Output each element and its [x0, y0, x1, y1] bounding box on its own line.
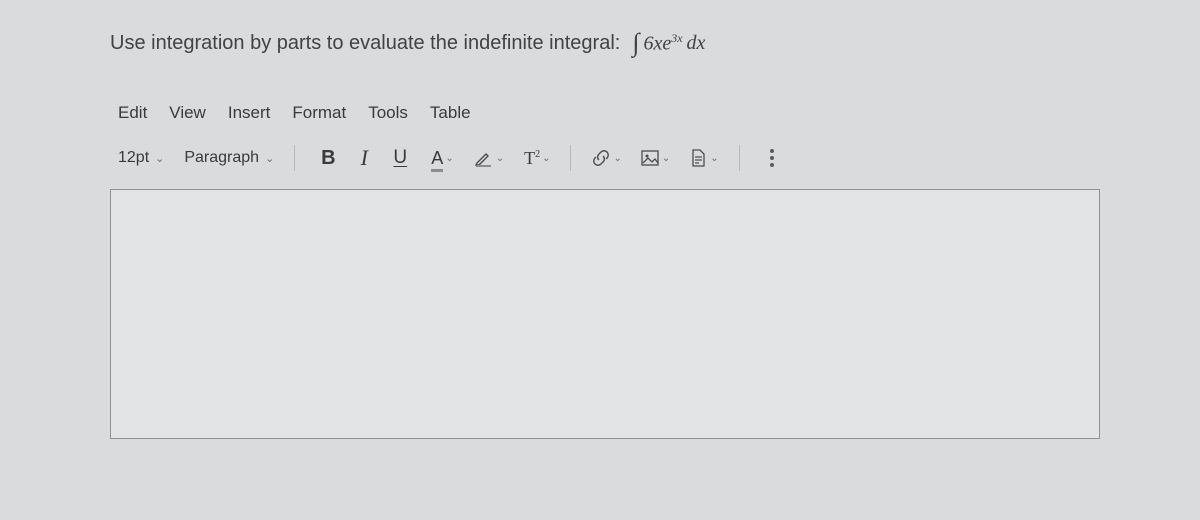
document-icon: [688, 148, 708, 168]
chevron-down-icon: ⌄: [710, 153, 718, 164]
chevron-down-icon: ⌄: [496, 153, 504, 164]
toolbar-separator: [294, 145, 295, 171]
dot-icon: [770, 156, 774, 160]
chevron-down-icon: ⌄: [155, 152, 164, 165]
block-format-value: Paragraph: [184, 149, 259, 167]
toolbar-separator: [739, 145, 740, 171]
menu-table[interactable]: Table: [430, 103, 471, 123]
underline-button[interactable]: U: [387, 146, 413, 170]
bold-button[interactable]: B: [315, 146, 341, 170]
chevron-down-icon: ⌄: [445, 153, 453, 164]
chevron-down-icon: ⌄: [542, 153, 550, 164]
answer-editor[interactable]: [110, 189, 1100, 439]
text-color-icon: A: [431, 148, 443, 169]
menu-insert[interactable]: Insert: [228, 103, 271, 123]
dot-icon: [770, 149, 774, 153]
math-expression: 6xe3x: [643, 31, 682, 56]
highlight-button[interactable]: ⌄: [474, 148, 504, 168]
math-dx: dx: [687, 32, 706, 55]
superscript-button[interactable]: T2 ⌄: [524, 148, 550, 169]
chevron-down-icon: ⌄: [662, 153, 670, 164]
question-prompt: Use integration by parts to evaluate the…: [110, 20, 1100, 58]
menu-edit[interactable]: Edit: [118, 103, 147, 123]
underline-icon: U: [393, 147, 407, 169]
more-options-button[interactable]: [766, 145, 778, 171]
menu-format[interactable]: Format: [292, 103, 346, 123]
link-icon: [591, 148, 611, 168]
editor-toolbar: 12pt ⌄ Paragraph ⌄ B I U A ⌄ ⌄ T2 ⌄ ⌄: [110, 145, 1100, 171]
chevron-down-icon: ⌄: [265, 152, 274, 165]
block-format-dropdown[interactable]: Paragraph ⌄: [184, 149, 274, 167]
menu-view[interactable]: View: [169, 103, 206, 123]
italic-button[interactable]: I: [351, 146, 377, 170]
dot-icon: [770, 163, 774, 167]
editor-menubar: Edit View Insert Format Tools Table: [110, 103, 1100, 123]
integral-symbol: ∫: [632, 28, 639, 58]
image-icon: [640, 148, 660, 168]
document-button[interactable]: ⌄: [688, 148, 718, 168]
font-size-dropdown[interactable]: 12pt ⌄: [118, 149, 164, 167]
highlight-icon: [474, 148, 494, 168]
text-color-button[interactable]: A ⌄: [431, 148, 453, 169]
image-button[interactable]: ⌄: [640, 148, 670, 168]
chevron-down-icon: ⌄: [613, 153, 621, 164]
font-size-value: 12pt: [118, 149, 149, 167]
toolbar-separator: [570, 145, 571, 171]
link-button[interactable]: ⌄: [591, 148, 621, 168]
menu-tools[interactable]: Tools: [368, 103, 408, 123]
superscript-icon: T2: [524, 148, 540, 169]
question-text: Use integration by parts to evaluate the…: [110, 32, 620, 55]
